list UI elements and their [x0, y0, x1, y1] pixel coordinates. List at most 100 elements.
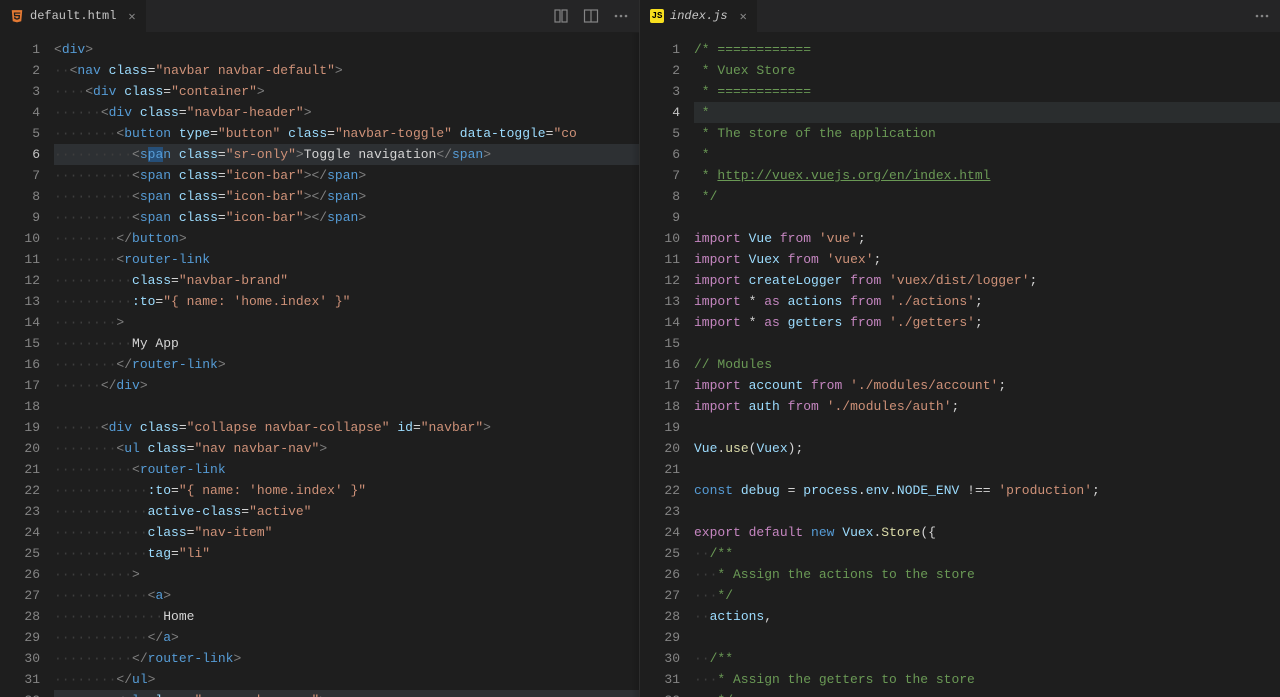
code-line[interactable]: [54, 396, 639, 417]
code-line[interactable]: ········<ul class="nav navbar-nav">: [54, 438, 639, 459]
line-number: 8: [640, 186, 680, 207]
code-line[interactable]: ···* Assign the getters to the store: [694, 669, 1280, 690]
code-line[interactable]: import auth from './modules/auth';: [694, 396, 1280, 417]
code-line[interactable]: ··············Home: [54, 606, 639, 627]
code-content[interactable]: /* ============ * Vuex Store * =========…: [694, 33, 1280, 697]
line-number: 10: [0, 228, 40, 249]
code-line[interactable]: ··········>: [54, 564, 639, 585]
code-line[interactable]: ···* Assign the actions to the store: [694, 564, 1280, 585]
code-line[interactable]: import * as getters from './getters';: [694, 312, 1280, 333]
code-line[interactable]: ··········<span class="icon-bar"></span>: [54, 207, 639, 228]
code-line[interactable]: ····<div class="container">: [54, 81, 639, 102]
line-number: 20: [640, 438, 680, 459]
code-line[interactable]: const debug = process.env.NODE_ENV !== '…: [694, 480, 1280, 501]
code-line[interactable]: */: [694, 186, 1280, 207]
code-line[interactable]: // Modules: [694, 354, 1280, 375]
code-line[interactable]: import createLogger from 'vuex/dist/logg…: [694, 270, 1280, 291]
code-line[interactable]: [694, 627, 1280, 648]
code-content[interactable]: <div>··<nav class="navbar navbar-default…: [54, 33, 639, 697]
code-line[interactable]: import Vuex from 'vuex';: [694, 249, 1280, 270]
code-line[interactable]: /* ============: [694, 39, 1280, 60]
code-line[interactable]: ········</ul>: [54, 669, 639, 690]
html-file-icon: [10, 9, 24, 23]
code-line[interactable]: ··········class="navbar-brand": [54, 270, 639, 291]
code-area-left[interactable]: 1234567891011121314151617181920212223242…: [0, 33, 639, 697]
editor-pane-right: JS index.js ✕ 12345678910111213141516171…: [640, 0, 1280, 697]
code-line[interactable]: ··········</router-link>: [54, 648, 639, 669]
line-number: 28: [640, 606, 680, 627]
code-line[interactable]: *: [694, 144, 1280, 165]
code-line[interactable]: ···*/: [694, 690, 1280, 697]
split-editor-icon[interactable]: [583, 8, 599, 24]
code-area-right[interactable]: 1234567891011121314151617181920212223242…: [640, 33, 1280, 697]
code-line[interactable]: [694, 501, 1280, 522]
code-line[interactable]: ········<ul class="nav navbar-nav">: [54, 690, 639, 697]
code-line[interactable]: * Vuex Store: [694, 60, 1280, 81]
code-line[interactable]: ··actions,: [694, 606, 1280, 627]
code-line[interactable]: ············<a>: [54, 585, 639, 606]
code-line[interactable]: ······<div class="collapse navbar-collap…: [54, 417, 639, 438]
code-line[interactable]: ··········<span class="icon-bar"></span>: [54, 186, 639, 207]
code-line[interactable]: ··<nav class="navbar navbar-default">: [54, 60, 639, 81]
line-number: 4: [640, 102, 680, 123]
line-number: 3: [640, 81, 680, 102]
code-line[interactable]: * The store of the application: [694, 123, 1280, 144]
more-actions-icon[interactable]: [1254, 8, 1270, 24]
code-line[interactable]: <div>: [54, 39, 639, 60]
tab-default-html[interactable]: default.html ✕: [0, 0, 146, 32]
code-line[interactable]: ········<router-link: [54, 249, 639, 270]
line-number: 27: [640, 585, 680, 606]
code-line[interactable]: ······<div class="navbar-header">: [54, 102, 639, 123]
code-line[interactable]: ······</div>: [54, 375, 639, 396]
code-line[interactable]: * ============: [694, 81, 1280, 102]
code-line[interactable]: ········<button type="button" class="nav…: [54, 123, 639, 144]
line-number: 5: [640, 123, 680, 144]
code-line[interactable]: ··········<span class="sr-only">Toggle n…: [54, 144, 639, 165]
line-number: 13: [0, 291, 40, 312]
code-line[interactable]: Vue.use(Vuex);: [694, 438, 1280, 459]
code-line[interactable]: ··········<span class="icon-bar"></span>: [54, 165, 639, 186]
code-line[interactable]: import * as actions from './actions';: [694, 291, 1280, 312]
line-number: 20: [0, 438, 40, 459]
line-number: 6: [640, 144, 680, 165]
tab-index-js[interactable]: JS index.js ✕: [640, 0, 757, 32]
code-line[interactable]: ············tag="li": [54, 543, 639, 564]
code-line[interactable]: * http://vuex.vuejs.org/en/index.html: [694, 165, 1280, 186]
code-line[interactable]: ············:to="{ name: 'home.index' }": [54, 480, 639, 501]
line-number: 16: [640, 354, 680, 375]
code-line[interactable]: [694, 417, 1280, 438]
close-icon[interactable]: ✕: [128, 9, 135, 24]
code-line[interactable]: export default new Vuex.Store({: [694, 522, 1280, 543]
line-number: 23: [0, 501, 40, 522]
code-line[interactable]: ········>: [54, 312, 639, 333]
line-number: 1: [640, 39, 680, 60]
code-line[interactable]: ··/**: [694, 543, 1280, 564]
more-actions-icon[interactable]: [613, 8, 629, 24]
code-line[interactable]: ··········<router-link: [54, 459, 639, 480]
tab-label: index.js: [670, 9, 728, 23]
code-line[interactable]: ············active-class="active": [54, 501, 639, 522]
tab-bar-left: default.html ✕: [0, 0, 639, 33]
code-line[interactable]: import account from './modules/account';: [694, 375, 1280, 396]
line-number: 16: [0, 354, 40, 375]
close-icon[interactable]: ✕: [740, 9, 747, 24]
code-line[interactable]: [694, 207, 1280, 228]
code-line[interactable]: ···*/: [694, 585, 1280, 606]
line-number: 22: [0, 480, 40, 501]
code-line[interactable]: import Vue from 'vue';: [694, 228, 1280, 249]
line-number: 25: [640, 543, 680, 564]
code-line[interactable]: ··········:to="{ name: 'home.index' }": [54, 291, 639, 312]
line-number: 8: [0, 186, 40, 207]
compare-changes-icon[interactable]: [553, 8, 569, 24]
code-line[interactable]: *: [694, 102, 1280, 123]
code-line[interactable]: [694, 333, 1280, 354]
code-line[interactable]: ············class="nav-item": [54, 522, 639, 543]
code-line[interactable]: ········</router-link>: [54, 354, 639, 375]
code-line[interactable]: ········</button>: [54, 228, 639, 249]
code-line[interactable]: ··········My App: [54, 333, 639, 354]
line-number: 17: [0, 375, 40, 396]
line-number: 3: [0, 81, 40, 102]
code-line[interactable]: ··/**: [694, 648, 1280, 669]
code-line[interactable]: [694, 459, 1280, 480]
code-line[interactable]: ············</a>: [54, 627, 639, 648]
